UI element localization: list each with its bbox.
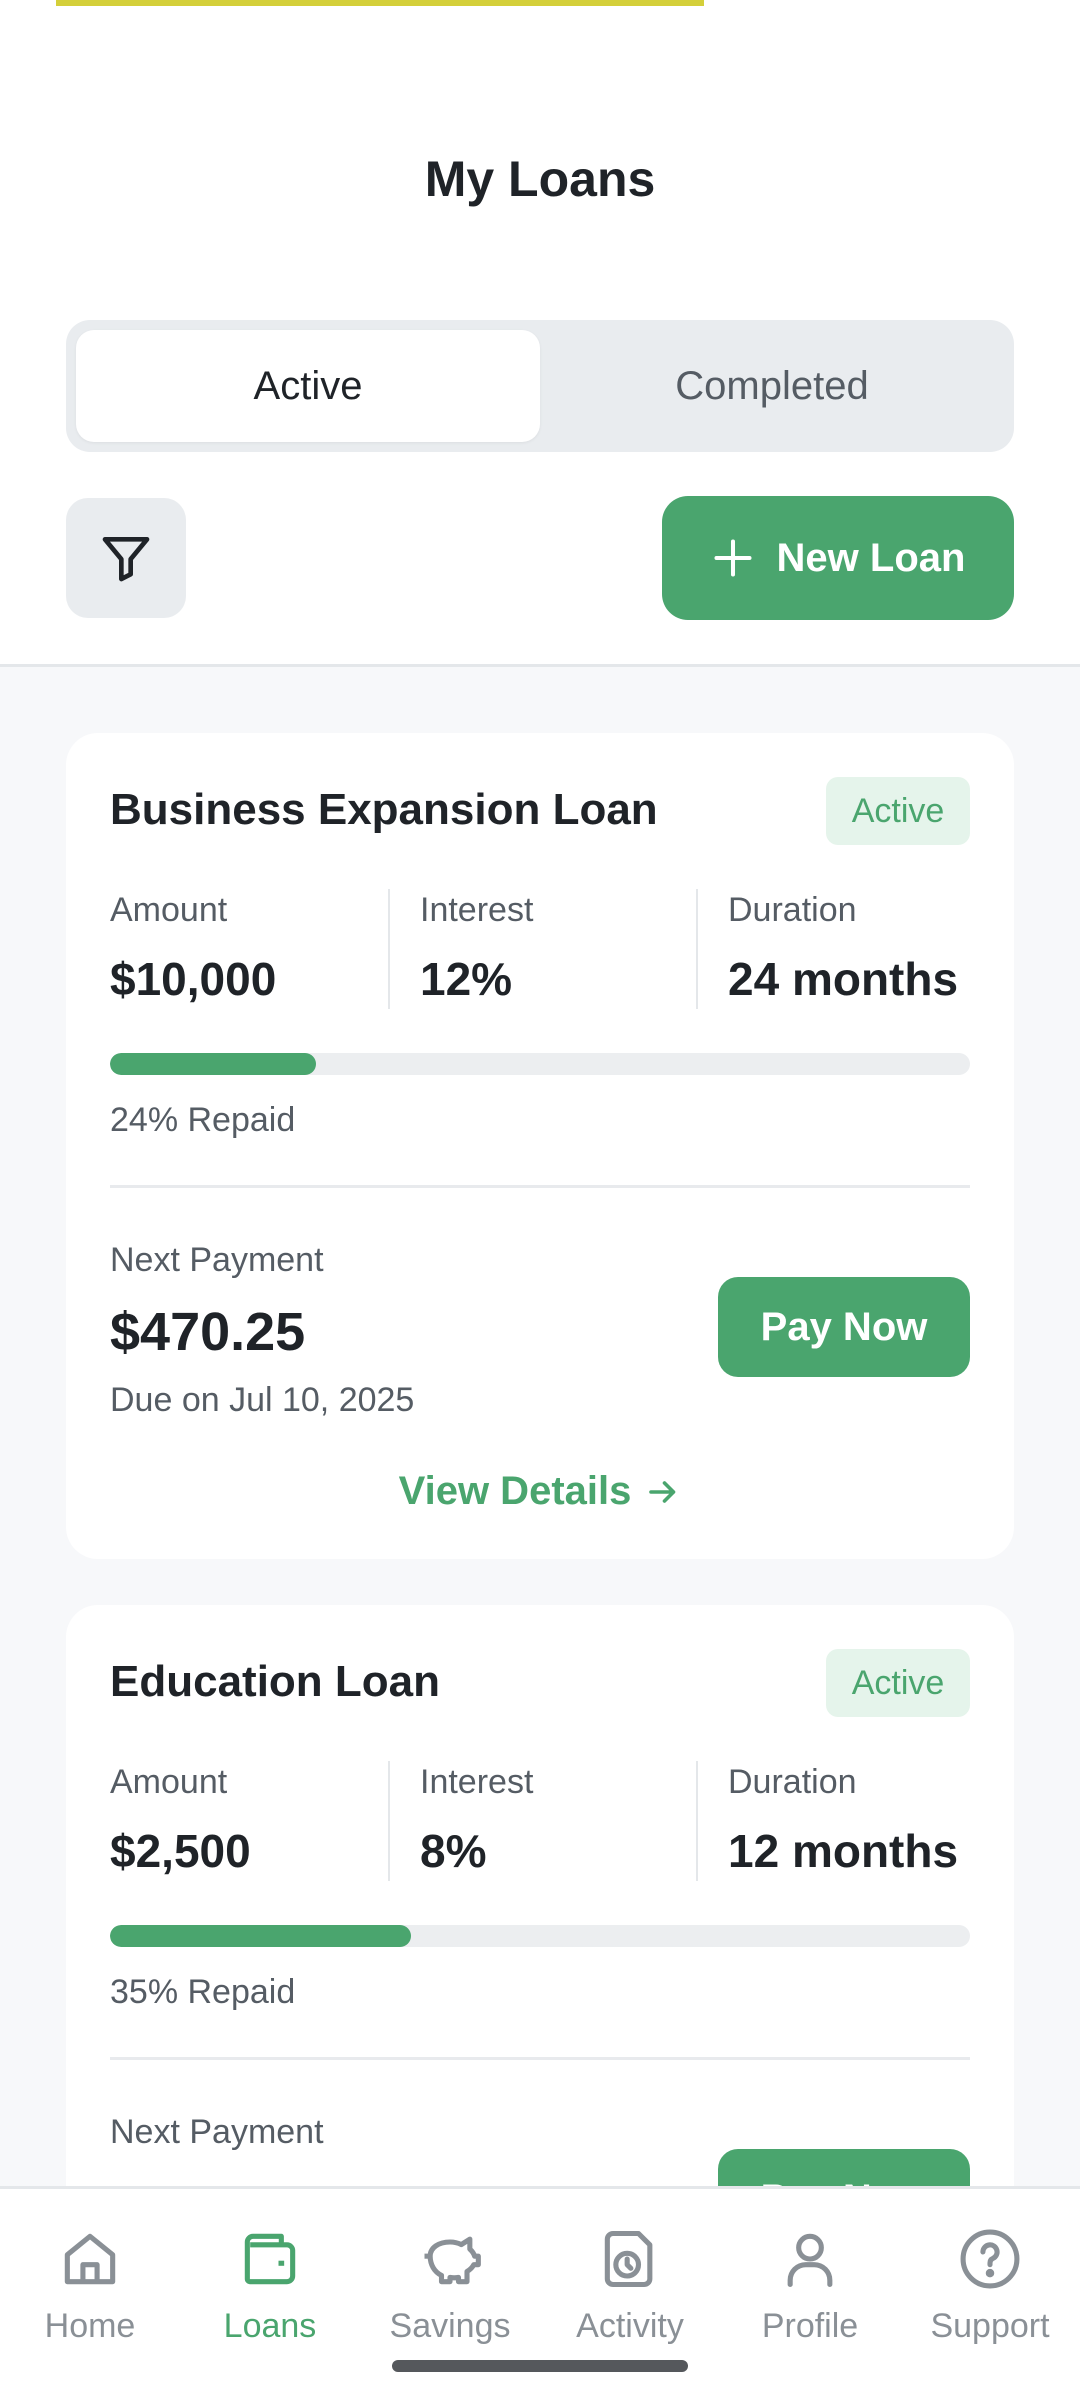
loan-status-tabs: Active Completed (66, 320, 1014, 452)
status-badge: Active (826, 1649, 970, 1717)
nav-item-savings[interactable]: Savings (360, 2225, 540, 2346)
amount-label: Amount (110, 891, 228, 929)
view-details-label: View Details (398, 1469, 632, 1513)
filter-icon (102, 537, 150, 582)
stat-divider (388, 889, 390, 1009)
loan-card[interactable]: Business Expansion Loan Active Amount $1… (66, 733, 1014, 1559)
card-divider (110, 1185, 970, 1188)
nav-item-home[interactable]: Home (0, 2225, 180, 2346)
user-icon (787, 2233, 833, 2288)
next-payment-amount: $470.25 (110, 1302, 306, 1362)
amount-value: $2,500 (110, 1825, 251, 1877)
amount-stat: Amount $2,500 (110, 1761, 251, 1881)
duration-value: 24 months (728, 953, 959, 1005)
loan-stats: Amount $2,500 Interest 8% Duration 12 mo… (110, 1761, 970, 1881)
interest-value: 8% (420, 1825, 487, 1877)
new-loan-button[interactable]: New Loan (662, 496, 1014, 620)
repayment-progress-fill (110, 1053, 317, 1075)
duration-label: Duration (728, 891, 857, 929)
loan-stats: Amount $10,000 Interest 12% Duration 24 … (110, 889, 970, 1009)
amount-label: Amount (110, 1763, 228, 1801)
header: My Loans Active Completed New Loan (0, 0, 1080, 664)
nav-label-activity: Activity (576, 2307, 684, 2345)
home-indicator (392, 2360, 688, 2372)
nav-item-activity[interactable]: Activity (540, 2225, 720, 2346)
nav-label-savings: Savings (389, 2307, 511, 2345)
interest-label: Interest (420, 891, 534, 929)
new-loan-label: New Loan (776, 535, 966, 580)
nav-item-support[interactable]: Support (900, 2225, 1080, 2346)
home-icon (64, 2233, 116, 2285)
repaid-text: 35% Repaid (110, 1973, 296, 2011)
stat-divider (696, 889, 698, 1009)
stat-divider (388, 1761, 390, 1881)
help-icon (960, 2229, 1020, 2289)
piggy-bank-icon (424, 2236, 481, 2285)
next-payment-label: Next Payment (110, 1241, 324, 1279)
interest-stat: Interest 12% (420, 889, 533, 1009)
repayment-progress-bar (110, 1053, 970, 1075)
nav-item-profile[interactable]: Profile (720, 2225, 900, 2346)
activity-icon (604, 2230, 653, 2288)
duration-stat: Duration 24 months (728, 889, 958, 1009)
repayment-progress-bar (110, 1925, 970, 1947)
view-details-link[interactable]: View Details (66, 1469, 1014, 1514)
interest-stat: Interest 8% (420, 1761, 533, 1881)
nav-item-loans[interactable]: Loans (180, 2225, 360, 2346)
loan-name: Education Loan (110, 1657, 440, 1706)
tab-active[interactable]: Active (76, 330, 540, 442)
next-payment-label: Next Payment (110, 2113, 324, 2151)
duration-stat: Duration 12 months (728, 1761, 958, 1881)
amount-value: $10,000 (110, 953, 277, 1005)
nav-label-support: Support (930, 2307, 1050, 2345)
pay-now-button[interactable]: Pay Now (718, 1277, 970, 1377)
wallet-icon (244, 2233, 296, 2285)
page-title: My Loans (424, 151, 656, 207)
tab-completed[interactable]: Completed (540, 330, 1004, 442)
status-badge: Active (826, 777, 970, 845)
card-divider (110, 2057, 970, 2060)
top-accent-bar (56, 0, 704, 6)
interest-value: 12% (420, 953, 513, 1005)
due-date-text: Due on Jul 10, 2025 (110, 1381, 415, 1419)
nav-label-profile: Profile (761, 2307, 859, 2345)
repaid-text: 24% Repaid (110, 1101, 296, 1139)
loan-list: Business Expansion Loan Active Amount $1… (0, 667, 1080, 2187)
duration-label: Duration (728, 1763, 857, 1801)
pay-now-button[interactable]: Pay Now (718, 2149, 970, 2187)
loan-card[interactable]: Education Loan Active Amount $2,500 Inte… (66, 1605, 1014, 2187)
arrow-right-icon (649, 1480, 676, 1503)
nav-label-home: Home (44, 2307, 136, 2345)
nav-label-loans: Loans (223, 2307, 317, 2345)
amount-stat: Amount $10,000 (110, 889, 276, 1009)
interest-label: Interest (420, 1763, 534, 1801)
duration-value: 12 months (728, 1825, 959, 1877)
stat-divider (696, 1761, 698, 1881)
filter-button[interactable] (66, 498, 186, 618)
repayment-progress-fill (110, 1925, 411, 1947)
loan-name: Business Expansion Loan (110, 785, 658, 834)
plus-icon (714, 539, 752, 577)
